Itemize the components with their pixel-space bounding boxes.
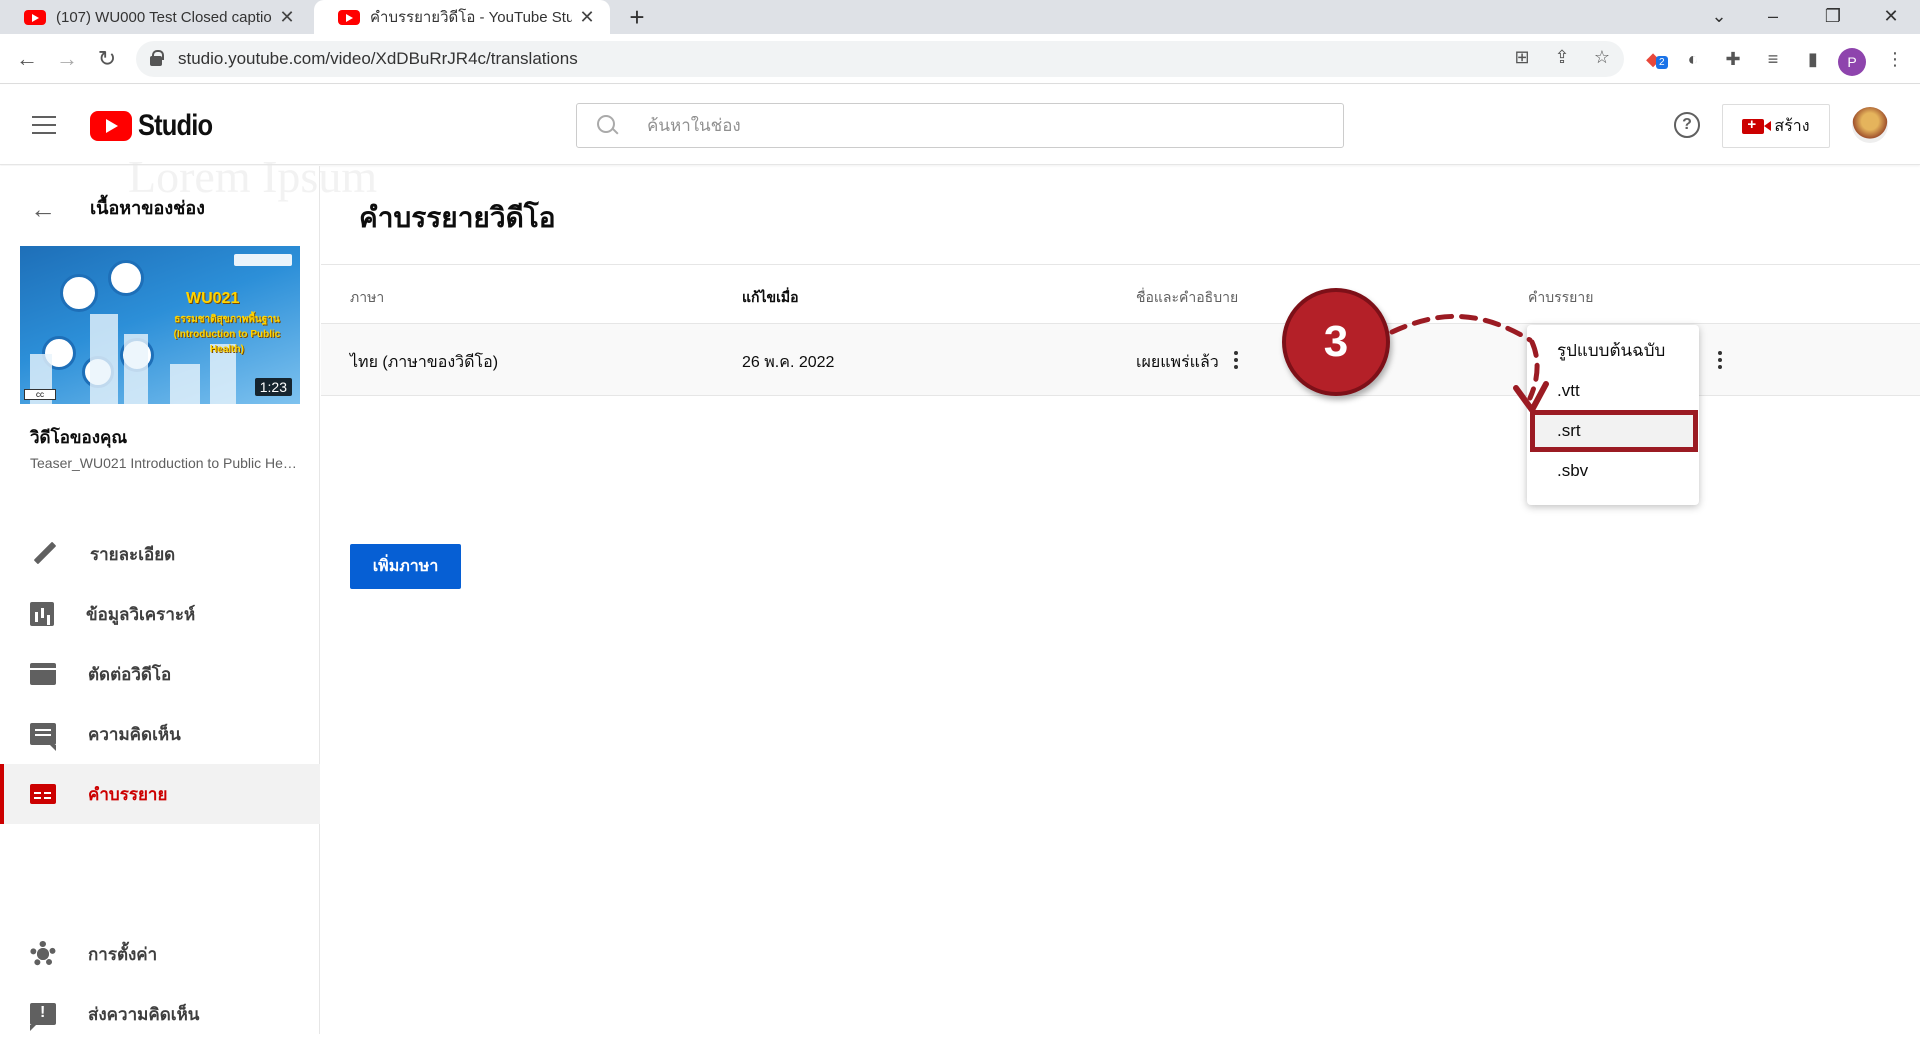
- tab-title: คำบรรยายวิดีโอ - YouTube Studio: [370, 9, 572, 26]
- sidebar-item-editor[interactable]: ตัดต่อวิดีโอ: [0, 644, 320, 704]
- watermark-text: Lorem Ipsum: [128, 151, 378, 202]
- your-video-label: วิดีโอของคุณ: [30, 428, 128, 447]
- create-label: สร้าง: [1774, 117, 1810, 135]
- reload-icon[interactable]: ↻: [90, 42, 124, 76]
- channel-search[interactable]: [576, 103, 1344, 148]
- sidebar-item-comments[interactable]: ความคิดเห็น: [0, 704, 320, 764]
- editor-icon: [30, 663, 56, 685]
- gear-icon: [30, 941, 56, 967]
- video-thumbnail[interactable]: WU021 ธรรมชาติสุขภาพพื้นฐาน (Introductio…: [20, 246, 300, 404]
- thumbnail-subtitle: ธรรมชาติสุขภาพพื้นฐาน (Introduction to P…: [173, 314, 281, 355]
- tab-search-chevron-icon[interactable]: ⌄: [1696, 0, 1742, 34]
- extension-badge-count: 2: [1656, 56, 1668, 69]
- sidebar-item-label: ตัดต่อวิดีโอ: [88, 664, 172, 684]
- help-icon[interactable]: ?: [1674, 112, 1700, 138]
- sidebar-item-label: การตั้งค่า: [88, 944, 158, 964]
- address-bar[interactable]: studio.youtube.com/video/XdDBuRrJR4c/tra…: [136, 41, 1624, 77]
- forward-arrow-icon[interactable]: →: [50, 42, 84, 76]
- browser-tab-active[interactable]: คำบรรยายวิดีโอ - YouTube Studio ✕: [314, 0, 610, 34]
- tab-close-icon[interactable]: ✕: [278, 7, 296, 28]
- sidebar: ← เนื้อหาของช่อง WU021 ธรรมชาติสุขภาพพื้…: [0, 166, 320, 1034]
- video-name: Teaser_WU021 Introduction to Public Heal…: [30, 455, 300, 471]
- studio-logo[interactable]: Studio: [90, 109, 225, 143]
- url-text: studio.youtube.com/video/XdDBuRrJR4c/tra…: [178, 49, 578, 68]
- translate-icon[interactable]: ⊞: [1511, 47, 1533, 68]
- sidebar-item-label: คำบรรยาย: [88, 784, 168, 804]
- menu-item-sbv[interactable]: .sbv: [1527, 451, 1699, 491]
- create-video-icon: [1742, 116, 1772, 134]
- restore-icon[interactable]: ❐: [1810, 0, 1856, 34]
- logo-wordmark: Studio: [138, 109, 213, 142]
- lock-icon: [150, 50, 164, 66]
- close-window-icon[interactable]: ✕: [1868, 0, 1914, 34]
- media-queue-icon[interactable]: ≡: [1756, 42, 1790, 76]
- sidebar-item-subtitles[interactable]: คำบรรยาย: [0, 764, 320, 824]
- back-arrow-icon[interactable]: ←: [30, 194, 56, 225]
- share-icon[interactable]: ⇪: [1551, 47, 1573, 68]
- back-arrow-icon[interactable]: ←: [10, 42, 44, 76]
- create-button[interactable]: สร้าง: [1722, 104, 1830, 148]
- video-duration: 1:23: [254, 378, 292, 396]
- search-icon: [597, 114, 619, 137]
- subtitle-options-icon[interactable]: [1710, 348, 1730, 372]
- comments-icon: [30, 723, 56, 751]
- table-header: ภาษา แก้ไขเมื่อ ชื่อและคำอธิบาย คำบรรยาย: [321, 264, 1920, 324]
- new-tab-icon[interactable]: +: [622, 2, 652, 33]
- sidebar-item-analytics[interactable]: ข้อมูลวิเคราะห์: [0, 584, 320, 644]
- creative-commons-icon: cc: [24, 389, 56, 400]
- minimize-icon[interactable]: –: [1750, 0, 1796, 34]
- page-title: คำบรรยายวิดีโอ: [359, 202, 556, 233]
- pencil-icon: [30, 540, 58, 568]
- puzzle-icon[interactable]: ✚: [1716, 42, 1750, 76]
- extension-icon[interactable]: ◐: [1676, 42, 1710, 76]
- column-header-modified[interactable]: แก้ไขเมื่อ: [742, 287, 799, 309]
- chrome-menu-icon[interactable]: ⋮: [1878, 42, 1912, 76]
- tab-close-icon[interactable]: ✕: [578, 7, 596, 28]
- row-language: ไทย (ภาษาของวิดีโอ): [350, 354, 499, 371]
- youtube-favicon-icon: [24, 9, 46, 25]
- sidebar-item-label: ความคิดเห็น: [88, 724, 181, 744]
- side-panel-icon[interactable]: ▮: [1796, 42, 1830, 76]
- sidebar-item-details[interactable]: รายละเอียด: [0, 524, 320, 584]
- title-desc-options-icon[interactable]: [1226, 348, 1246, 372]
- browser-toolbar: ← → ↻ studio.youtube.com/video/XdDBuRrJR…: [0, 34, 1920, 84]
- youtube-favicon-icon: [338, 9, 360, 25]
- thumbnail-logo: [234, 254, 292, 266]
- row-title-desc-status: เผยแพร่แล้ว: [1136, 354, 1219, 371]
- add-language-button[interactable]: เพิ่มภาษา: [350, 544, 461, 589]
- sidebar-item-label: รายละเอียด: [90, 544, 176, 564]
- bookmark-star-icon[interactable]: ☆: [1591, 47, 1613, 68]
- sidebar-item-label: ข้อมูลวิเคราะห์: [86, 604, 196, 624]
- sidebar-item-label: ส่งความคิดเห็น: [88, 1004, 200, 1024]
- sidebar-item-settings[interactable]: การตั้งค่า: [0, 924, 320, 984]
- sidebar-item-feedback[interactable]: ส่งความคิดเห็น: [0, 984, 320, 1044]
- dashed-arrow-icon: [1389, 313, 1549, 413]
- profile-avatar[interactable]: P: [1838, 48, 1866, 76]
- extension-badge-icon[interactable]: ◆ 2: [1636, 42, 1670, 76]
- browser-tab[interactable]: (107) WU000 Test Closed captions ✕: [0, 0, 310, 34]
- column-header-title-description: ชื่อและคำอธิบาย: [1136, 289, 1239, 305]
- tab-title: (107) WU000 Test Closed captions: [56, 8, 272, 26]
- youtube-logo-icon: [90, 111, 132, 141]
- browser-tab-bar: (107) WU000 Test Closed captions ✕ คำบรร…: [0, 0, 1920, 34]
- row-modified-date: 26 พ.ค. 2022: [742, 354, 835, 371]
- column-header-subtitles: คำบรรยาย: [1528, 289, 1594, 305]
- column-header-language: ภาษา: [350, 289, 385, 305]
- search-input[interactable]: [647, 115, 1247, 136]
- subtitles-icon: [30, 784, 56, 804]
- step-number-badge: 3: [1282, 288, 1390, 396]
- feedback-icon: [30, 1003, 56, 1031]
- analytics-icon: [30, 602, 54, 626]
- hamburger-menu-icon[interactable]: [32, 116, 56, 134]
- thumbnail-title: WU021: [186, 290, 240, 307]
- channel-avatar[interactable]: [1852, 107, 1888, 143]
